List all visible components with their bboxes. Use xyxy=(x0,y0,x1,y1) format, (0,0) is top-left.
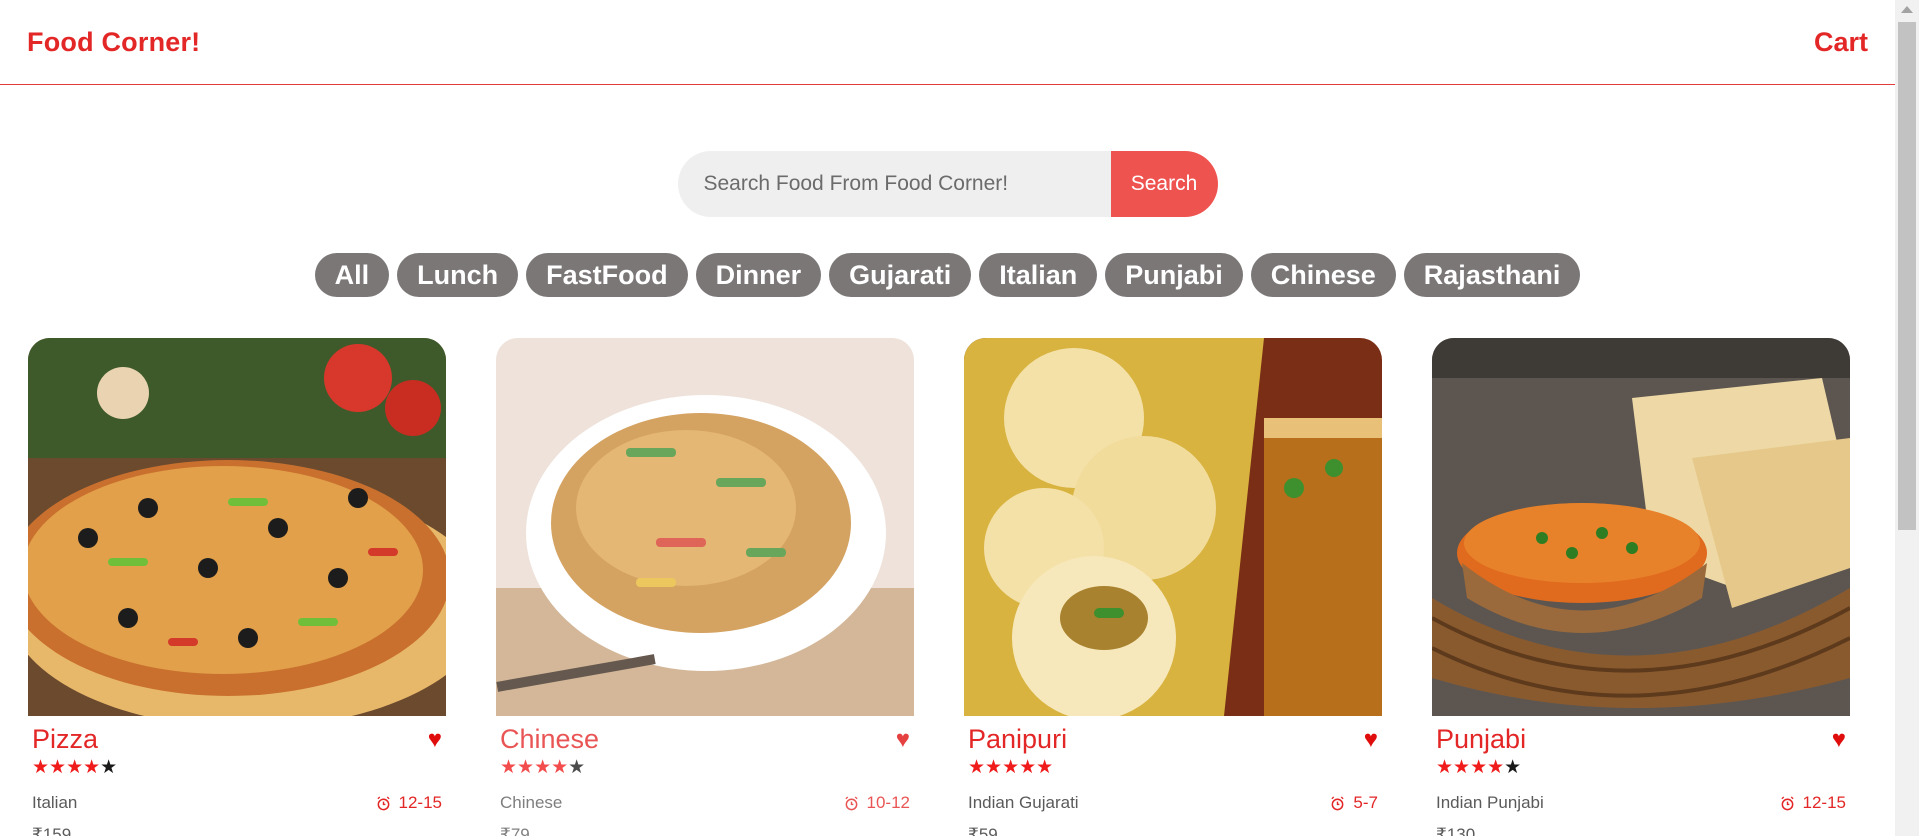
delivery-time-text: 12-15 xyxy=(1802,793,1846,812)
scroll-up-arrow-icon[interactable] xyxy=(1901,6,1913,13)
heart-icon[interactable]: ♥ xyxy=(1364,726,1378,754)
search-bar: Search xyxy=(677,151,1218,217)
category-pill-all[interactable]: All xyxy=(314,253,390,297)
category-pill-punjabi[interactable]: Punjabi xyxy=(1105,253,1243,297)
search-input[interactable] xyxy=(677,151,1111,217)
curry-photo[interactable] xyxy=(1432,338,1850,716)
star-icon: ★ xyxy=(568,757,586,778)
food-title[interactable]: Panipuri xyxy=(968,724,1067,755)
heart-icon[interactable]: ♥ xyxy=(896,726,910,754)
pizza-photo[interactable] xyxy=(28,338,446,716)
star-icon: ★★★★ xyxy=(32,757,101,778)
food-card-grid: Pizza ♥ ★★★★★ Italian 12-15 ₹159 Chinese… xyxy=(28,338,1850,836)
category-filter-bar: All Lunch FastFood Dinner Gujarati Itali… xyxy=(0,253,1895,297)
delivery-time: 10-12 xyxy=(844,793,910,813)
food-title[interactable]: Pizza xyxy=(32,724,98,755)
cart-link[interactable]: Cart xyxy=(1814,27,1868,58)
top-navbar: Food Corner! Cart xyxy=(0,0,1895,85)
star-icon: ★ xyxy=(100,757,118,778)
category-pill-dinner[interactable]: Dinner xyxy=(695,253,822,297)
delivery-time-text: 12-15 xyxy=(398,793,442,812)
brand-logo[interactable]: Food Corner! xyxy=(27,27,200,58)
category-pill-chinese[interactable]: Chinese xyxy=(1250,253,1396,297)
delivery-time-text: 10-12 xyxy=(866,793,910,812)
card-details: Punjabi ♥ ★★★★★ Indian Punjabi 12-15 ₹13… xyxy=(1432,716,1850,836)
star-icon: ★★★★ xyxy=(1436,757,1505,778)
delivery-time: 12-15 xyxy=(376,793,442,813)
panipuri-photo[interactable] xyxy=(964,338,1382,716)
price: ₹159 xyxy=(32,825,72,836)
page: Food Corner! Cart Search All Lunch FastF… xyxy=(0,0,1895,836)
food-card[interactable]: Pizza ♥ ★★★★★ Italian 12-15 ₹159 xyxy=(28,338,446,836)
food-card[interactable]: Panipuri ♥ ★★★★★ Indian Gujarati 5-7 ₹59 xyxy=(964,338,1382,836)
food-title[interactable]: Punjabi xyxy=(1436,724,1526,755)
star-rating: ★★★★★ xyxy=(500,757,910,779)
category-pill-fastfood[interactable]: FastFood xyxy=(526,253,688,297)
star-icon: ★★★★★ xyxy=(968,757,1054,778)
price: ₹59 xyxy=(968,825,998,836)
delivery-time: 5-7 xyxy=(1330,793,1378,813)
heart-icon[interactable]: ♥ xyxy=(428,726,442,754)
star-icon: ★★★★ xyxy=(500,757,569,778)
cuisine-label: Italian xyxy=(32,793,78,812)
food-card[interactable]: Chinese ♥ ★★★★★ Chinese 10-12 ₹79 xyxy=(496,338,914,836)
card-details: Chinese ♥ ★★★★★ Chinese 10-12 ₹79 xyxy=(496,716,914,836)
alarm-clock-icon xyxy=(844,795,858,810)
delivery-time-text: 5-7 xyxy=(1353,793,1378,812)
delivery-time: 12-15 xyxy=(1780,793,1846,813)
cuisine-label: Indian Gujarati xyxy=(968,793,1079,812)
alarm-clock-icon xyxy=(376,795,390,810)
price: ₹79 xyxy=(500,825,530,836)
card-details: Panipuri ♥ ★★★★★ Indian Gujarati 5-7 ₹59 xyxy=(964,716,1382,836)
search-button[interactable]: Search xyxy=(1110,151,1218,217)
scrollbar-thumb[interactable] xyxy=(1898,22,1916,530)
card-details: Pizza ♥ ★★★★★ Italian 12-15 ₹159 xyxy=(28,716,446,836)
cuisine-label: Indian Punjabi xyxy=(1436,793,1544,812)
category-pill-gujarati[interactable]: Gujarati xyxy=(829,253,972,297)
alarm-clock-icon xyxy=(1780,795,1794,810)
star-rating: ★★★★★ xyxy=(32,757,442,779)
category-pill-lunch[interactable]: Lunch xyxy=(397,253,519,297)
price: ₹130 xyxy=(1436,825,1476,836)
food-card[interactable]: Punjabi ♥ ★★★★★ Indian Punjabi 12-15 ₹13… xyxy=(1432,338,1850,836)
food-title[interactable]: Chinese xyxy=(500,724,599,755)
alarm-clock-icon xyxy=(1331,795,1345,810)
cuisine-label: Chinese xyxy=(500,793,563,812)
search-section: Search xyxy=(0,151,1895,217)
heart-icon[interactable]: ♥ xyxy=(1832,726,1846,754)
vertical-scrollbar[interactable] xyxy=(1895,0,1919,836)
star-icon: ★ xyxy=(1504,757,1522,778)
category-pill-rajasthani[interactable]: Rajasthani xyxy=(1403,253,1581,297)
star-rating: ★★★★★ xyxy=(968,757,1378,779)
star-rating: ★★★★★ xyxy=(1436,757,1846,779)
noodles-photo[interactable] xyxy=(496,338,914,716)
category-pill-italian[interactable]: Italian xyxy=(979,253,1098,297)
